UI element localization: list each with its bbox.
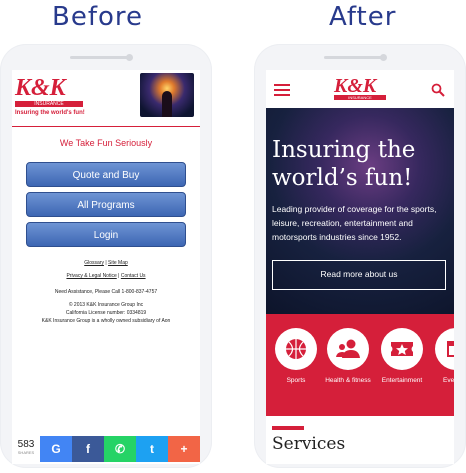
phone-after: K&K INSURANCE Insuring the world’s fun! … [254,44,466,468]
subsidiary-text: K&K Insurance Group is a wholly owned su… [41,318,171,324]
category-sports[interactable]: Sports [266,328,326,385]
facebook-share-button[interactable]: f [72,436,104,462]
category-strip: Sports Health & fitness Entertainment Ev… [266,314,454,416]
share-count-number: 583 [17,439,35,450]
assistance-text: Need Assistance, Please Call 1-800-837-4… [54,289,158,295]
kk-logo[interactable]: K&K [15,76,66,100]
speaker-grill [70,56,132,59]
category-label: Eve attra [442,377,454,384]
speaker-grill [324,56,386,59]
header-photo [140,73,194,117]
calendar-icon [447,341,454,357]
category-label: Sports [286,377,306,384]
license-text: California License number: 0334819 [65,310,147,316]
ticket-icon [391,342,413,356]
site-map-link[interactable]: Site Map [108,260,128,266]
google-share-button[interactable]: G [40,436,72,462]
hero-description: Leading provider of coverage for the spo… [272,204,437,242]
hero-title: Insuring the world’s fun! [272,137,416,191]
glossary-link[interactable]: Glossary [84,260,104,266]
section-accent-bar [272,426,304,430]
camera-dot [380,54,387,61]
people-icon [336,339,360,358]
share-bar: 583 SHARES G f ✆ t + [12,436,200,462]
category-health-fitness[interactable]: Health & fitness [318,328,378,385]
footer-links-row-2: Privacy & Legal Notice | Contact Us [12,273,200,279]
read-more-button[interactable]: Read more about us [272,260,446,290]
after-heading: After [329,2,397,32]
share-count-label: SHARES [17,450,35,455]
quote-and-buy-button[interactable]: Quote and Buy [26,162,186,187]
logo-strip: INSURANCE [15,101,83,107]
before-screen: K&K INSURANCE Insuring the world's fun! … [12,70,200,464]
basketball-icon [286,339,306,359]
services-heading: Services [272,434,346,454]
search-icon[interactable] [431,83,445,97]
camera-dot [126,54,133,61]
category-events[interactable]: Eve attra [426,328,454,385]
person-silhouette [162,91,172,117]
site-header: K&K INSURANCE [266,70,454,108]
twitter-share-button[interactable]: t [136,436,168,462]
all-programs-button[interactable]: All Programs [26,192,186,217]
hamburger-menu-icon[interactable] [274,84,290,96]
logo-tagline: Insuring the world's fun! [15,110,85,116]
hero-banner: Insuring the world’s fun! Leading provid… [266,108,454,314]
phone-before: K&K INSURANCE Insuring the world's fun! … [0,44,212,468]
category-label: Entertainment [381,377,423,384]
login-button[interactable]: Login [26,222,186,247]
tagline: We Take Fun Seriously [59,138,153,148]
copyright-text: © 2013 K&K Insurance Group Inc [68,302,144,308]
logo-strip: INSURANCE [334,95,386,100]
privacy-legal-link[interactable]: Privacy & Legal Notice [66,273,116,279]
header-divider [12,126,200,127]
kk-logo[interactable]: K&K [334,76,376,96]
more-share-button[interactable]: + [168,436,200,462]
category-label: Health & fitness [325,377,371,384]
contact-us-link[interactable]: Contact Us [121,273,146,279]
whatsapp-share-button[interactable]: ✆ [104,436,136,462]
after-screen: K&K INSURANCE Insuring the world’s fun! … [266,70,454,464]
footer-links-row-1: Glossary | Site Map [12,260,200,266]
share-count: 583 SHARES [12,436,40,462]
before-heading: Before [52,2,144,32]
category-entertainment[interactable]: Entertainment [372,328,432,385]
